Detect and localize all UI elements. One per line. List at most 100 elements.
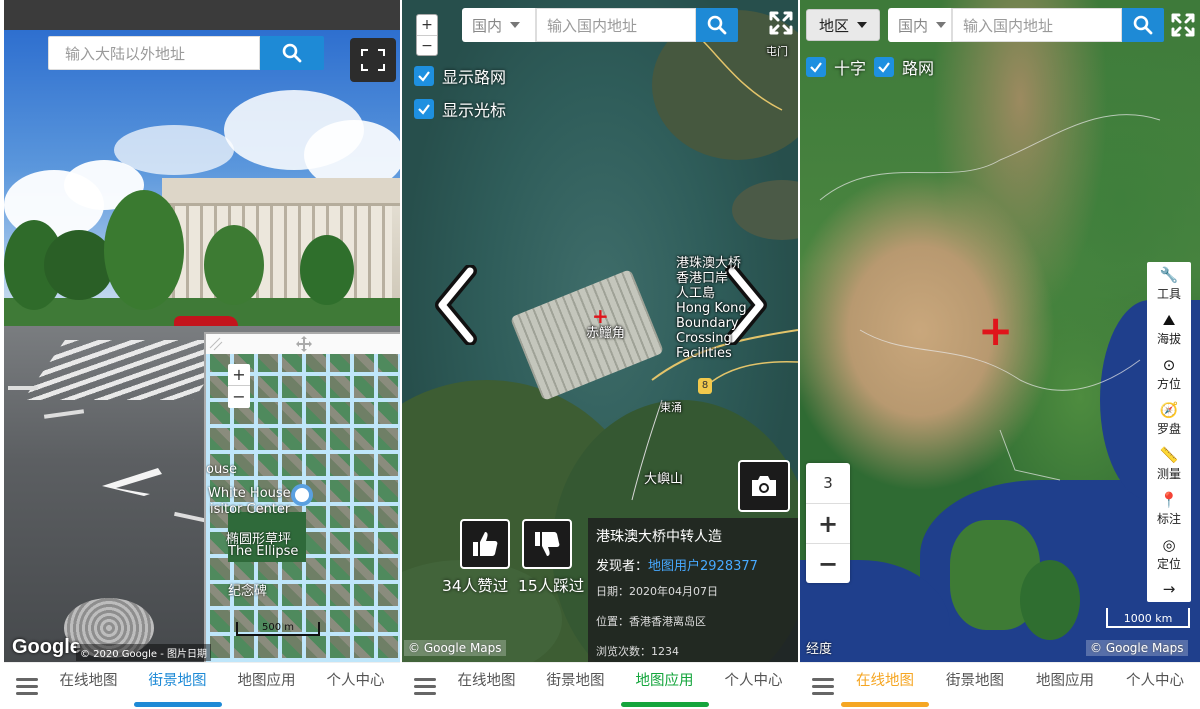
nav-profile[interactable]: 个人中心 <box>709 663 798 709</box>
search-button[interactable] <box>1122 8 1164 42</box>
route-badge: 8 <box>698 378 712 394</box>
checkbox-checked-icon <box>806 57 826 77</box>
tool-compass[interactable]: 🧭 罗盘 <box>1147 397 1191 442</box>
tool-direction[interactable]: ⊙ 方位 <box>1147 352 1191 397</box>
wrench-icon: 🔧 <box>1159 266 1179 284</box>
elevation-icon: ⛰ <box>1162 311 1176 329</box>
compass-icon: 🧭 <box>1159 401 1179 419</box>
zoom-level: 3 <box>823 474 833 492</box>
fullscreen-button[interactable] <box>350 38 396 82</box>
tool-marker[interactable]: 📍 标注 <box>1147 487 1191 532</box>
tool-locate[interactable]: ◎ 定位 <box>1147 532 1191 577</box>
info-discoverer: 发现者：地图用户2928377 <box>596 559 758 574</box>
search-input[interactable]: 输入大陆以外地址 <box>48 36 260 70</box>
tool-measure[interactable]: 📏 测量 <box>1147 442 1191 487</box>
dislike-button[interactable] <box>522 519 572 569</box>
map-label: 屯门 <box>766 45 788 58</box>
search-button[interactable] <box>696 8 738 42</box>
zoom-control: + − <box>416 14 438 56</box>
zoom-in-button[interactable]: + <box>806 503 850 543</box>
search-button[interactable] <box>260 36 324 70</box>
map-attribution: © Google Maps <box>404 640 506 656</box>
bottom-nav: 在线地图 街景地图 地图应用 个人中心 <box>402 662 798 709</box>
pin-icon: 📍 <box>1159 491 1179 509</box>
nav-online-map[interactable]: 在线地图 <box>840 663 930 709</box>
expand-icon[interactable] <box>1170 12 1196 38</box>
satellite-panel: + − 国内 输入国内地址 显示路网 显示光标 屯门 港珠澳大桥 香港口岸 人工… <box>402 0 798 709</box>
google-logo: Google <box>12 636 81 658</box>
nav-map-apps[interactable]: 地图应用 <box>620 663 709 709</box>
menu-icon[interactable] <box>800 677 840 695</box>
inset-zoom-in-button[interactable]: + <box>228 364 250 386</box>
nav-street-view[interactable]: 街景地图 <box>930 663 1020 709</box>
region-select[interactable]: 国内 <box>462 8 536 42</box>
inset-map[interactable]: + − ouse White House isitor Center 椭圆形草坪… <box>204 332 400 662</box>
chevron-down-icon <box>510 22 521 28</box>
nav-map-apps[interactable]: 地图应用 <box>1020 663 1110 709</box>
nav-street-view[interactable]: 街景地图 <box>531 663 620 709</box>
like-button[interactable] <box>460 519 510 569</box>
active-tab-indicator <box>620 701 709 707</box>
map-label: 東涌 <box>660 401 682 414</box>
map-label-mountain: 大嶼山 <box>644 472 684 487</box>
tree <box>204 225 264 305</box>
nav-profile[interactable]: 个人中心 <box>311 663 400 709</box>
nav-profile[interactable]: 个人中心 <box>1110 663 1200 709</box>
longitude-label: 经度 <box>806 642 833 657</box>
inset-zoom-out-button[interactable]: − <box>228 386 250 408</box>
tool-elevation[interactable]: ⛰ 海拔 <box>1147 307 1191 352</box>
move-icon <box>209 336 312 352</box>
info-title: 港珠澳大桥中转人造 <box>596 529 722 545</box>
menu-icon[interactable] <box>402 677 442 695</box>
tools-more-arrow-icon[interactable]: → <box>1147 577 1191 602</box>
discoverer-link[interactable]: 地图用户2928377 <box>648 559 758 574</box>
likes-count: 34人赞过 <box>442 577 509 595</box>
previous-arrow-icon[interactable] <box>434 265 478 345</box>
show-roads-checkbox[interactable]: 显示路网 <box>414 64 506 88</box>
ruler-icon: 📏 <box>1159 446 1179 464</box>
camera-button[interactable] <box>738 460 790 512</box>
roads-checkbox[interactable]: 路网 <box>874 55 934 79</box>
cloud <box>114 125 234 175</box>
fullscreen-icon <box>361 49 385 71</box>
map-label: 纪念碑 <box>228 584 268 599</box>
search-icon <box>282 43 302 63</box>
bottom-nav: 在线地图 街景地图 地图应用 个人中心 <box>4 662 400 709</box>
show-cursor-checkbox[interactable]: 显示光标 <box>414 97 506 121</box>
info-location: 位置：香港香港离岛区 <box>596 615 706 628</box>
zoom-in-button[interactable]: + <box>417 15 437 35</box>
map-label: The Ellipse <box>228 544 299 559</box>
zoom-out-button[interactable]: − <box>806 543 850 583</box>
navigate-arrow-icon[interactable] <box>102 468 162 496</box>
thumbs-down-icon <box>535 532 560 556</box>
search-input[interactable]: 输入国内地址 <box>536 8 696 42</box>
nav-map-apps[interactable]: 地图应用 <box>222 663 311 709</box>
active-tab-indicator <box>133 701 222 707</box>
active-tab-indicator <box>841 701 929 707</box>
zoom-out-button[interactable]: − <box>417 35 437 55</box>
region-select[interactable]: 国内 <box>888 8 952 42</box>
region-dropdown-button[interactable]: 地区 <box>806 9 880 41</box>
search-input[interactable]: 输入国内地址 <box>952 8 1122 42</box>
tool-wrench[interactable]: 🔧 工具 <box>1147 262 1191 307</box>
search-icon <box>1133 15 1153 35</box>
nav-street-view[interactable]: 街景地图 <box>133 663 222 709</box>
cursor-cross-icon: + <box>592 304 609 328</box>
info-date: 日期：2020年04月07日 <box>596 585 718 598</box>
bottom-nav: 在线地图 街景地图 地图应用 个人中心 <box>800 662 1200 709</box>
menu-icon[interactable] <box>4 677 44 695</box>
zoom-control: 3 + − <box>806 463 850 583</box>
nav-online-map[interactable]: 在线地图 <box>442 663 531 709</box>
tools-panel: 🔧 工具 ⛰ 海拔 ⊙ 方位 🧭 罗盘 📏 测量 📍 标注 ◎ 定位 → <box>1147 262 1191 602</box>
center-cross-icon: + <box>978 306 1014 355</box>
thumbs-up-icon <box>473 532 498 556</box>
locate-icon: ◎ <box>1162 536 1176 554</box>
nav-online-map[interactable]: 在线地图 <box>44 663 133 709</box>
expand-icon[interactable] <box>768 10 794 36</box>
inset-drag-handle[interactable] <box>206 334 400 354</box>
lane-marking <box>8 386 38 390</box>
map-label: ouse <box>206 462 237 477</box>
camera-icon <box>752 476 776 496</box>
cross-checkbox[interactable]: 十字 <box>806 55 866 79</box>
checkbox-checked-icon <box>414 66 434 86</box>
